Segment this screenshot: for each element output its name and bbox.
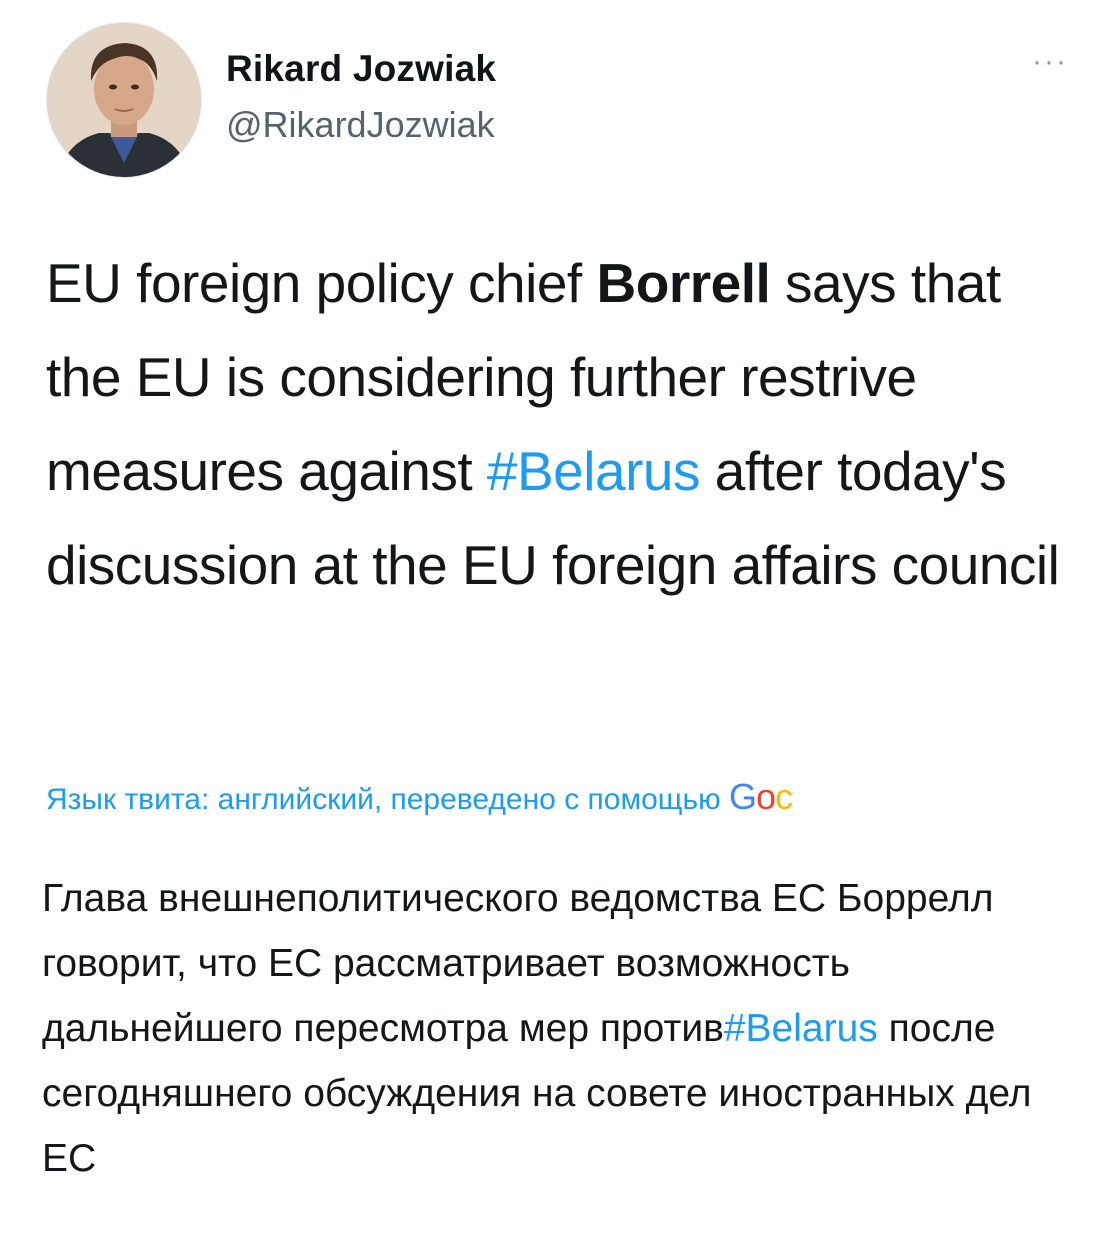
more-options-icon[interactable]: ··· (1032, 47, 1068, 77)
avatar[interactable] (46, 22, 202, 178)
translation-label: Язык твита: английский, переведено с пом… (46, 783, 729, 816)
tweet-text: EU foreign policy chief Borrell says tha… (46, 236, 1086, 612)
hashtag-link[interactable]: #Belarus (487, 440, 701, 502)
tweet-text-part: EU foreign policy chief (46, 252, 597, 314)
hashtag-link[interactable]: #Belarus (724, 1007, 878, 1050)
translated-text: Глава внешнеполитического ведомства ЕС Б… (42, 866, 1082, 1191)
user-handle[interactable]: @RikardJozwiak (226, 104, 495, 146)
avatar-portrait (47, 23, 201, 177)
tweet-header: Rikard Jozwiak @RikardJozwiak ··· (46, 22, 1076, 182)
tweet-text-bold: Borrell (596, 252, 771, 314)
display-name[interactable]: Rikard Jozwiak (226, 48, 496, 90)
translation-attribution[interactable]: Язык твита: английский, переведено с пом… (46, 776, 1070, 818)
google-logo: Goc (728, 776, 793, 817)
